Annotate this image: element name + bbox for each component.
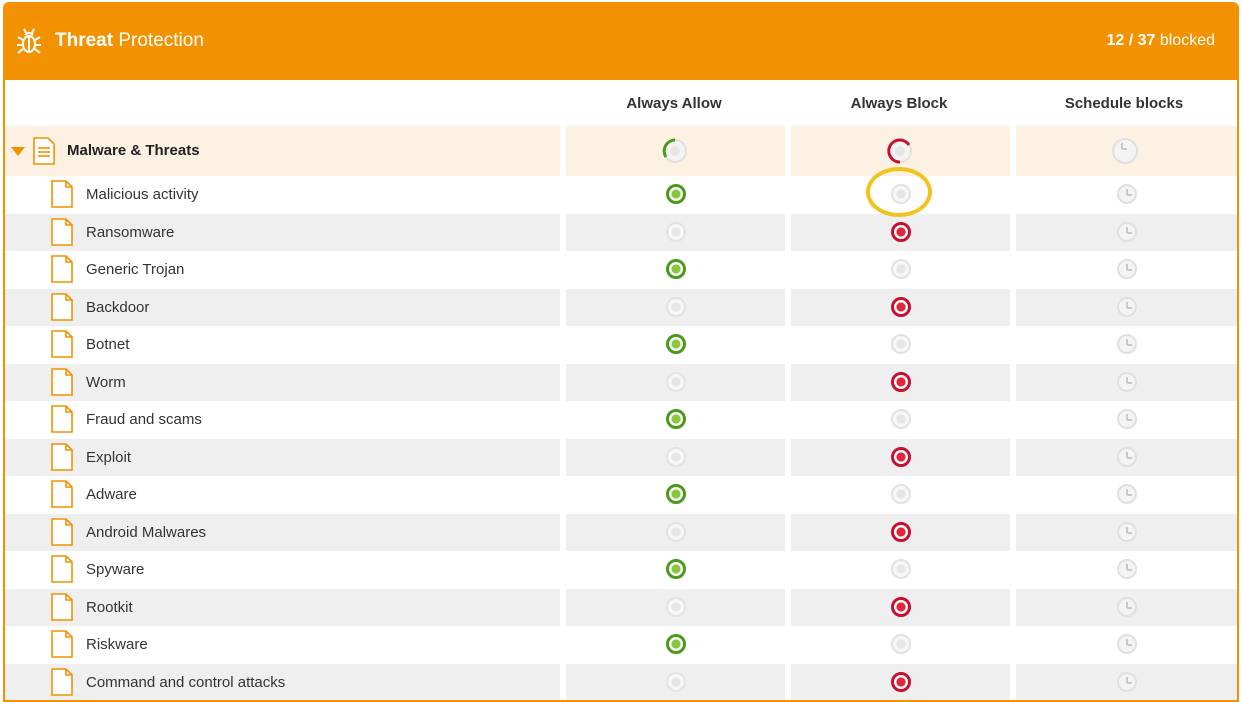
always-allow-radio[interactable] bbox=[666, 334, 686, 354]
schedule-clock-icon[interactable] bbox=[1117, 596, 1137, 617]
category-label: Worm bbox=[86, 373, 126, 391]
panel-header: Threat Protection 12 / 37 blocked bbox=[5, 4, 1237, 80]
category-label: Generic Trojan bbox=[86, 261, 185, 278]
always-allow-radio[interactable] bbox=[666, 484, 686, 504]
always-allow-radio[interactable] bbox=[666, 259, 686, 279]
category-row: Exploit bbox=[5, 438, 1237, 476]
document-icon bbox=[51, 367, 73, 396]
category-label: Rootkit bbox=[86, 598, 133, 616]
title-rest: Protection bbox=[113, 30, 204, 51]
column-header-always-allow: Always Allow bbox=[626, 95, 722, 112]
schedule-clock-icon[interactable] bbox=[1117, 559, 1137, 579]
always-allow-radio[interactable] bbox=[666, 559, 686, 579]
schedule-clock-icon[interactable] bbox=[1117, 296, 1137, 317]
category-row: Spyware bbox=[5, 551, 1237, 588]
category-row: Android Malwares bbox=[5, 513, 1237, 551]
document-icon bbox=[51, 517, 73, 546]
category-label: Malicious activity bbox=[86, 186, 199, 203]
threat-protection-panel: Threat Protection 12 / 37 blocked Always… bbox=[3, 2, 1239, 702]
document-icon bbox=[51, 442, 73, 471]
schedule-clock-icon[interactable] bbox=[1117, 446, 1137, 467]
category-label: Fraud and scams bbox=[86, 411, 202, 428]
always-allow-radio[interactable] bbox=[666, 184, 686, 204]
category-label: Exploit bbox=[86, 448, 132, 466]
group-block-partial-icon[interactable] bbox=[887, 138, 913, 164]
category-label: Ransomware bbox=[86, 223, 175, 241]
always-block-radio[interactable] bbox=[891, 259, 911, 279]
category-row: Ransomware bbox=[5, 213, 1237, 251]
schedule-clock-icon[interactable] bbox=[1117, 484, 1137, 504]
schedule-clock-icon[interactable] bbox=[1117, 521, 1137, 542]
category-row: Generic Trojan bbox=[5, 251, 1237, 288]
column-header-always-block: Always Block bbox=[850, 95, 948, 112]
category-label: Riskware bbox=[86, 636, 148, 653]
title-bold: Threat bbox=[55, 30, 114, 51]
always-block-radio[interactable] bbox=[891, 446, 911, 467]
highlight-circle bbox=[866, 167, 932, 217]
schedule-clock-icon[interactable] bbox=[1117, 371, 1137, 392]
blocked-counter: 12 / 37 blocked bbox=[1106, 32, 1215, 50]
category-row: Backdoor bbox=[5, 288, 1237, 326]
document-icon bbox=[51, 180, 73, 208]
column-header-schedule-blocks: Schedule blocks bbox=[1064, 95, 1184, 112]
always-allow-radio[interactable] bbox=[666, 296, 686, 317]
category-row: Malicious activity bbox=[5, 176, 1237, 213]
always-allow-radio[interactable] bbox=[666, 446, 686, 467]
document-icon bbox=[51, 255, 73, 283]
document-icon bbox=[51, 480, 73, 508]
category-row: Command and control attacks bbox=[5, 663, 1237, 700]
category-label: Command and control attacks bbox=[86, 673, 286, 691]
blocked-count: 12 / 37 bbox=[1106, 32, 1156, 49]
category-label: Spyware bbox=[86, 561, 145, 578]
expand-caret-icon[interactable] bbox=[11, 147, 25, 156]
always-allow-radio[interactable] bbox=[666, 521, 686, 542]
bug-icon bbox=[17, 28, 41, 54]
category-row: Riskware bbox=[5, 626, 1237, 663]
always-allow-radio[interactable] bbox=[666, 371, 686, 392]
document-icon bbox=[51, 292, 73, 321]
always-block-radio[interactable] bbox=[891, 559, 911, 579]
category-label: Backdoor bbox=[86, 298, 150, 316]
document-icon bbox=[51, 555, 73, 583]
always-allow-radio[interactable] bbox=[666, 634, 686, 654]
schedule-clock-icon[interactable] bbox=[1117, 221, 1137, 242]
document-icon bbox=[51, 592, 73, 621]
schedule-clock-icon[interactable] bbox=[1117, 259, 1137, 279]
category-label: Android Malwares bbox=[86, 523, 207, 541]
always-allow-radio[interactable] bbox=[666, 221, 686, 242]
always-block-radio[interactable] bbox=[891, 409, 911, 429]
schedule-clock-icon[interactable] bbox=[1117, 184, 1137, 204]
always-block-radio[interactable] bbox=[891, 634, 911, 654]
document-icon bbox=[51, 330, 73, 358]
schedule-clock-icon[interactable] bbox=[1117, 334, 1137, 354]
always-block-radio[interactable] bbox=[891, 296, 911, 317]
group-row-malware-threats[interactable]: Malware & Threats bbox=[5, 126, 1237, 176]
always-allow-radio[interactable] bbox=[666, 409, 686, 429]
always-block-radio[interactable] bbox=[891, 521, 911, 542]
always-block-radio[interactable] bbox=[891, 221, 911, 242]
group-schedule-clock-icon[interactable] bbox=[1112, 138, 1138, 164]
group-allow-partial-icon[interactable] bbox=[662, 138, 688, 164]
category-row: Rootkit bbox=[5, 588, 1237, 626]
document-icon bbox=[51, 217, 73, 246]
folder-document-icon bbox=[33, 137, 55, 165]
category-row: Botnet bbox=[5, 326, 1237, 363]
always-allow-radio[interactable] bbox=[666, 596, 686, 617]
document-icon bbox=[51, 405, 73, 433]
blocked-label: blocked bbox=[1155, 32, 1215, 49]
category-label: Botnet bbox=[86, 336, 130, 353]
category-row: Worm bbox=[5, 363, 1237, 401]
always-block-radio[interactable] bbox=[891, 596, 911, 617]
always-block-radio[interactable] bbox=[891, 371, 911, 392]
category-row: Adware bbox=[5, 476, 1237, 513]
schedule-clock-icon[interactable] bbox=[1117, 634, 1137, 654]
group-label: Malware & Threats bbox=[67, 142, 200, 159]
always-block-radio[interactable] bbox=[891, 484, 911, 504]
always-block-radio[interactable] bbox=[891, 334, 911, 354]
category-label: Adware bbox=[86, 486, 137, 503]
panel-title: Threat Protection bbox=[55, 30, 204, 52]
document-icon bbox=[51, 630, 73, 658]
category-row: Fraud and scams bbox=[5, 401, 1237, 438]
schedule-clock-icon[interactable] bbox=[1117, 409, 1137, 429]
